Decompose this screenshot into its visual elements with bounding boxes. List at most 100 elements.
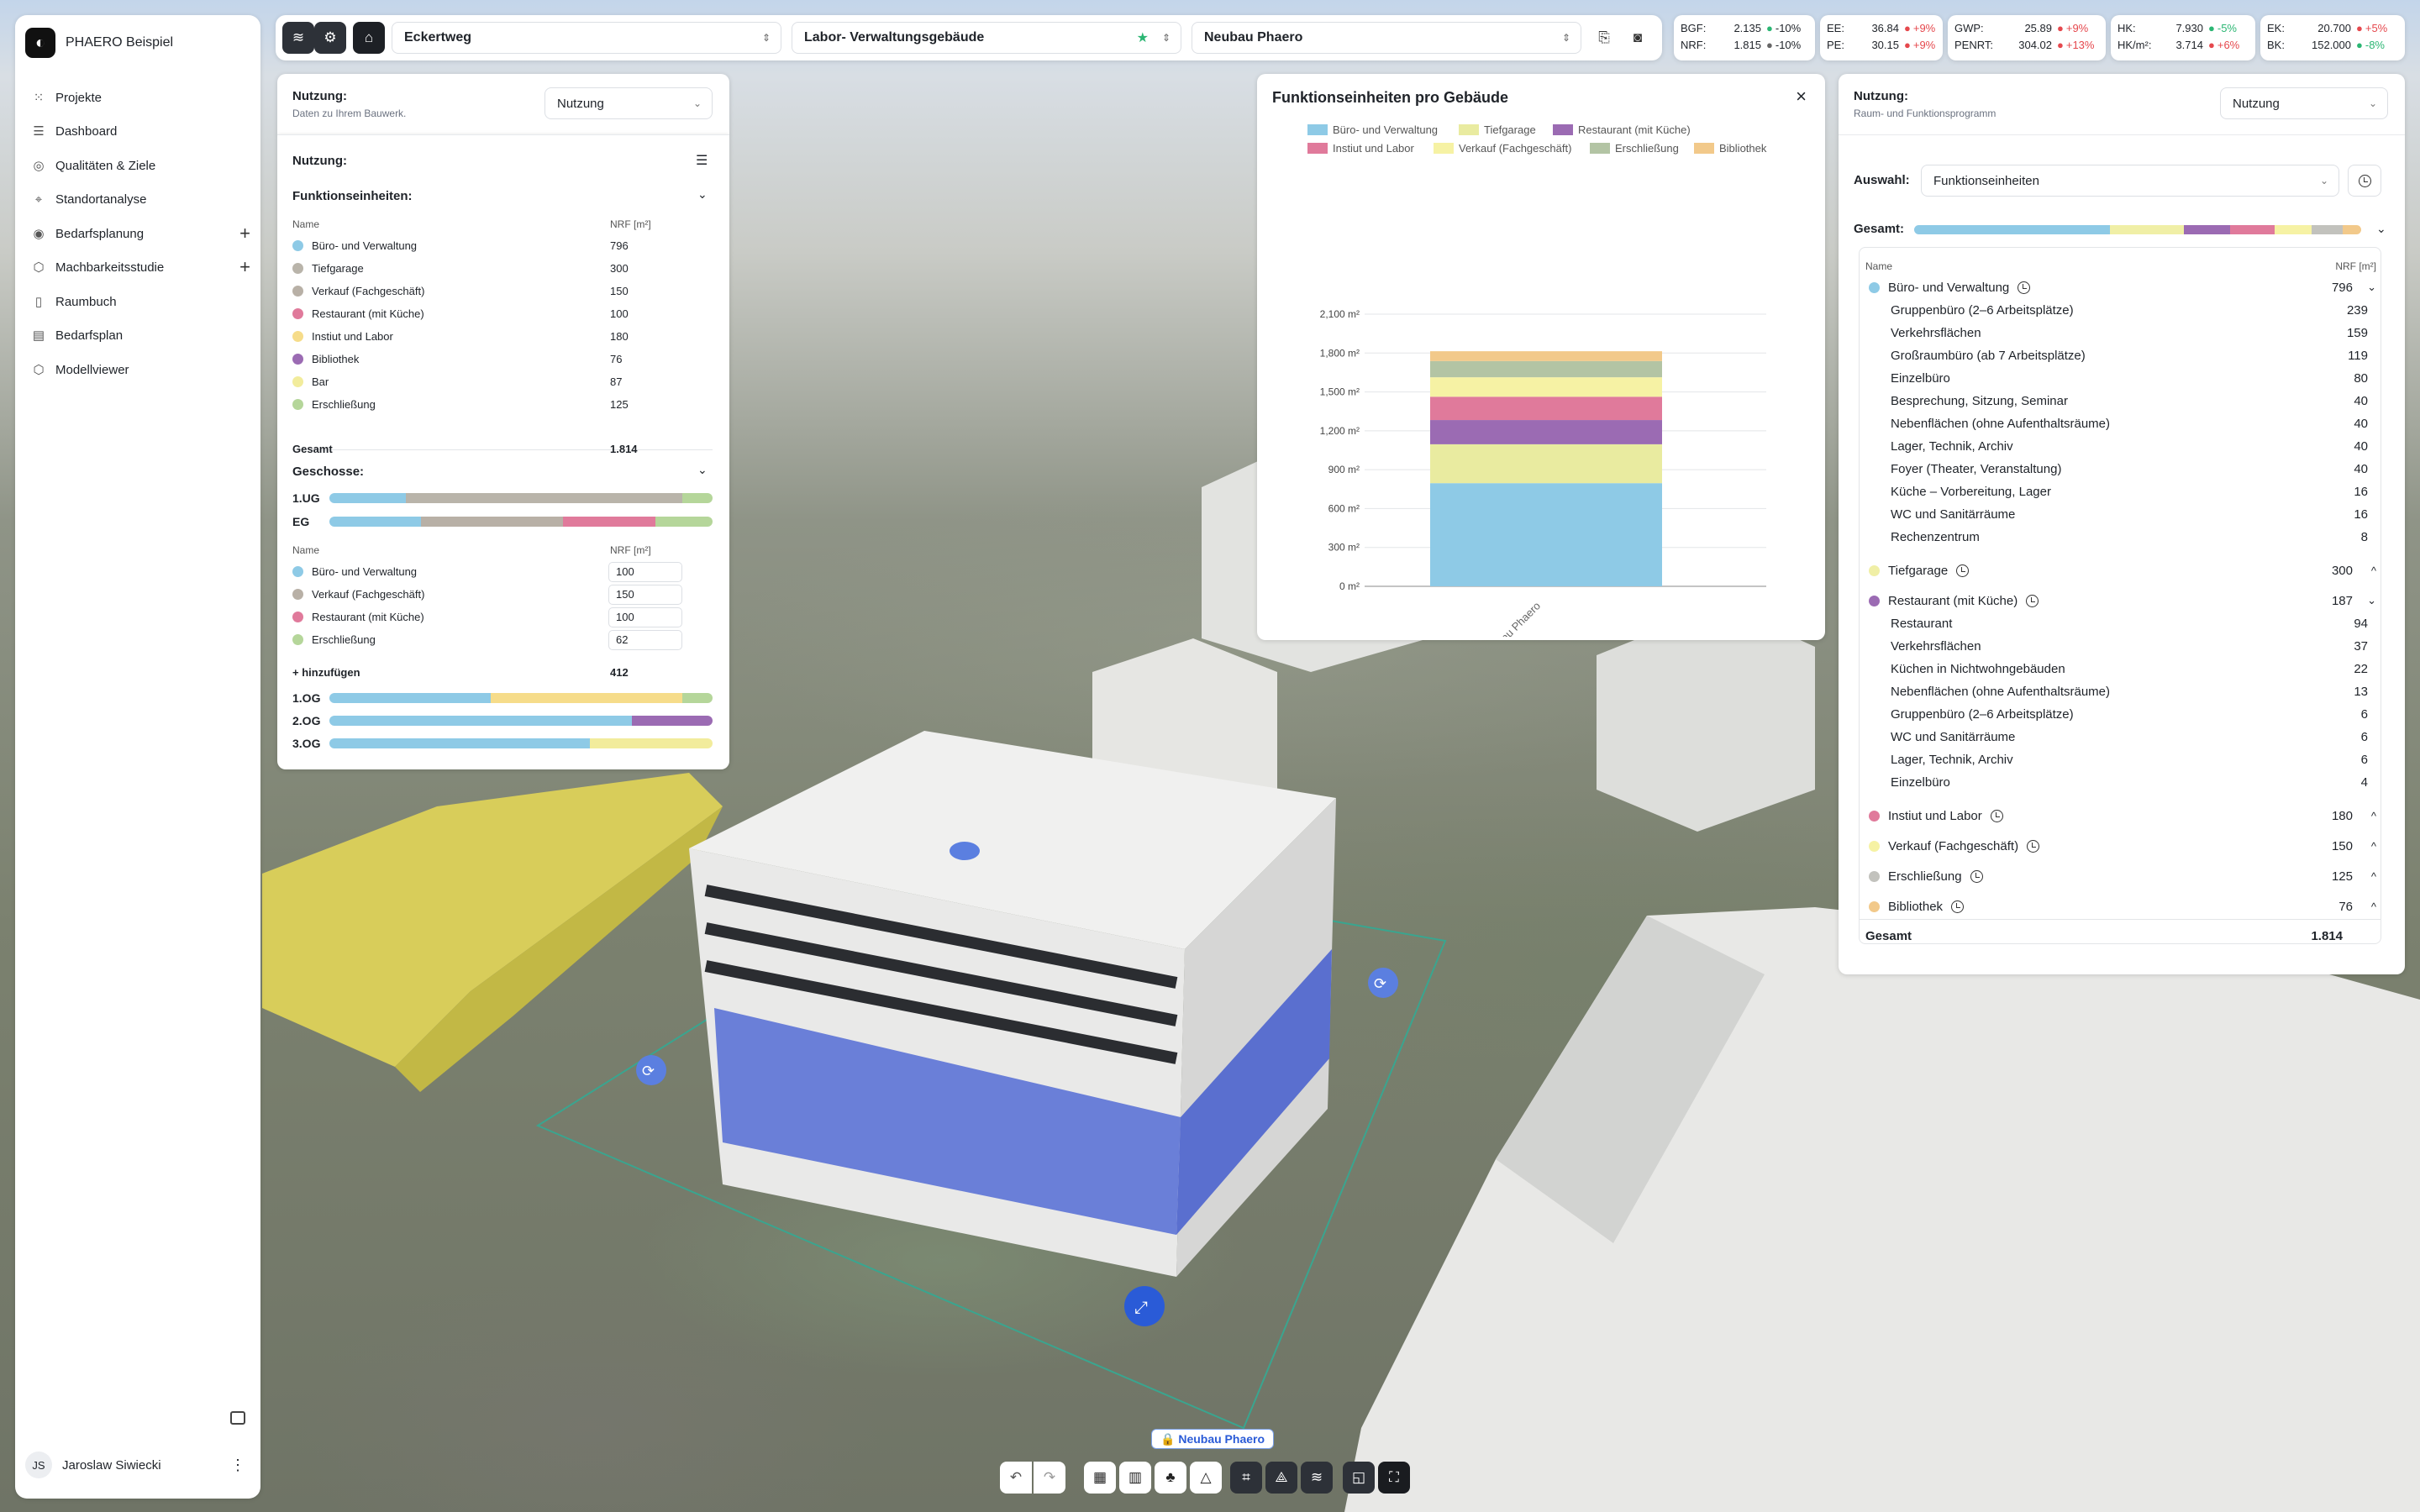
chevron-icon[interactable]: ⌄ bbox=[2367, 281, 2376, 294]
chevron-icon[interactable]: ^ bbox=[2371, 810, 2376, 822]
group-row[interactable]: Erschließung 125 ^ bbox=[1859, 861, 2381, 891]
floor-bar[interactable] bbox=[329, 517, 713, 527]
group-row[interactable]: Tiefgarage 300 ^ bbox=[1859, 555, 2381, 585]
floor-bar[interactable] bbox=[329, 693, 713, 703]
sidebar-item-standortanalyse[interactable]: ⌖ Standortanalyse bbox=[30, 184, 257, 214]
redo-icon[interactable]: ↷ bbox=[1034, 1462, 1065, 1494]
grid-view-icon[interactable]: ▦ bbox=[1084, 1462, 1116, 1494]
sidebar-item-qualitaeten[interactable]: ◎ Qualitäten & Ziele bbox=[30, 150, 257, 181]
fe-row[interactable]: Restaurant (mit Küche) 100 bbox=[292, 302, 713, 325]
move-handle-icon[interactable]: ⤢ bbox=[1124, 1286, 1165, 1326]
chevron-icon[interactable]: ⌄ bbox=[2367, 594, 2376, 607]
floor-bar[interactable] bbox=[329, 716, 713, 726]
legend-label: Erschließung bbox=[1615, 142, 1679, 155]
chevron-icon[interactable]: ^ bbox=[2371, 870, 2376, 883]
add-row[interactable]: + hinzufügen 412 bbox=[292, 661, 713, 684]
building-select[interactable]: Labor- Verwaltungsgebäude ★ ⇕ bbox=[792, 22, 1181, 54]
bar-segment[interactable] bbox=[1430, 483, 1662, 586]
focus-icon[interactable]: ⌗ bbox=[1230, 1462, 1262, 1494]
fe-row[interactable]: Tiefgarage 300 bbox=[292, 257, 713, 280]
pie-chart-icon[interactable] bbox=[1990, 809, 2003, 822]
tree-icon[interactable]: ♣ bbox=[1155, 1462, 1186, 1494]
layers-icon[interactable]: ≋ bbox=[1301, 1462, 1333, 1494]
chevron-icon[interactable]: ^ bbox=[2371, 564, 2376, 577]
group-row[interactable]: Büro- und Verwaltung 796 ⌄ bbox=[1859, 272, 2381, 302]
pie-chart-button[interactable] bbox=[2348, 165, 2381, 197]
sidebar-item-dashboard[interactable]: ☰ Dashboard bbox=[30, 116, 257, 146]
nrf-input[interactable]: 100 bbox=[608, 606, 682, 627]
pie-chart-icon[interactable] bbox=[1956, 564, 1970, 577]
layers-icon[interactable]: ≋ bbox=[282, 22, 314, 54]
user-menu[interactable]: JS Jaroslaw Siwiecki ⋮ bbox=[25, 1446, 252, 1483]
collapse-sidebar-icon[interactable] bbox=[230, 1411, 245, 1425]
bar-segment[interactable] bbox=[1430, 351, 1662, 361]
fe-row[interactable]: Verkauf (Fachgeschäft) 150 bbox=[292, 280, 713, 302]
more-icon[interactable]: ⋮ bbox=[230, 1457, 245, 1474]
sliders-icon[interactable]: ⚙ bbox=[314, 22, 346, 54]
building-view-icon[interactable]: ▥ bbox=[1119, 1462, 1151, 1494]
filter-icon[interactable]: ☰ bbox=[696, 152, 708, 169]
nrf-input[interactable]: 62 bbox=[608, 629, 682, 650]
camera-icon[interactable]: ◙ bbox=[1622, 22, 1654, 54]
svg-text:⤢: ⤢ bbox=[1134, 1297, 1148, 1317]
pie-chart-icon[interactable] bbox=[2026, 594, 2039, 607]
bar-segment[interactable] bbox=[1430, 377, 1662, 397]
group-row[interactable]: Instiut und Labor 180 ^ bbox=[1859, 801, 2381, 831]
floor-bar[interactable] bbox=[329, 493, 713, 503]
bar-segment[interactable] bbox=[1430, 420, 1662, 444]
rotate-handle-icon[interactable]: ⟳ bbox=[636, 1055, 666, 1085]
edit-shape-icon[interactable]: ◱ bbox=[1343, 1462, 1375, 1494]
close-icon[interactable]: × bbox=[1796, 86, 1807, 108]
sidebar-item-projekte[interactable]: ⁙ Projekte bbox=[30, 82, 257, 113]
chevron-down-icon[interactable]: ⌄ bbox=[2376, 222, 2386, 236]
variant-select[interactable]: Neubau Phaero ⇕ bbox=[1192, 22, 1581, 54]
floor-bar[interactable] bbox=[329, 738, 713, 748]
group-row[interactable]: Verkauf (Fachgeschäft) 150 ^ bbox=[1859, 831, 2381, 861]
fe-row[interactable]: Büro- und Verwaltung 796 bbox=[292, 234, 713, 257]
street-select[interactable]: Eckertweg ⇕ bbox=[392, 22, 781, 54]
fe-row[interactable]: Instiut und Labor 180 bbox=[292, 325, 713, 348]
star-icon[interactable]: ★ bbox=[1137, 29, 1149, 46]
sidebar-item-bedarfsplanung[interactable]: ◉ Bedarfsplanung + bbox=[30, 218, 257, 249]
resize-handle-icon[interactable] bbox=[950, 842, 980, 860]
pie-chart-icon[interactable] bbox=[2027, 839, 2040, 853]
sidebar-item-machbarkeitsstudie[interactable]: ⬡ Machbarkeitsstudie + bbox=[30, 252, 257, 282]
chevron-down-icon[interactable]: ⌄ bbox=[697, 463, 708, 477]
fe-row[interactable]: Erschließung 125 bbox=[292, 393, 713, 416]
sidebar-item-bedarfsplan[interactable]: ▤ Bedarfsplan bbox=[30, 320, 257, 350]
add-icon[interactable]: + bbox=[239, 223, 250, 244]
pie-chart-icon[interactable] bbox=[2018, 281, 2031, 294]
terrain-icon[interactable]: △ bbox=[1190, 1462, 1222, 1494]
brand[interactable]: ◐ PHAERO Beispiel bbox=[25, 24, 173, 62]
building-icon[interactable]: ⌂ bbox=[353, 22, 385, 54]
group-row[interactable]: Restaurant (mit Küche) 187 ⌄ bbox=[1859, 585, 2381, 616]
sidebar-item-modellviewer[interactable]: ⬡ Modellviewer bbox=[30, 354, 257, 385]
building-tag[interactable]: 🔒 Neubau Phaero bbox=[1151, 1429, 1275, 1449]
rotate-handle-icon[interactable]: ⟳ bbox=[1368, 968, 1398, 998]
fe-row[interactable]: Bibliothek 76 bbox=[292, 348, 713, 370]
add-button[interactable]: + hinzufügen bbox=[292, 666, 360, 679]
bar-segment[interactable] bbox=[1430, 396, 1662, 421]
book-icon: ▯ bbox=[34, 295, 43, 309]
export-icon[interactable]: ⎘ bbox=[1588, 22, 1620, 54]
add-icon[interactable]: + bbox=[239, 256, 250, 278]
group-row[interactable]: Bibliothek 76 ^ bbox=[1859, 891, 2381, 921]
transform-icon[interactable]: ⛶ bbox=[1378, 1462, 1410, 1494]
nrf-input[interactable]: 100 bbox=[608, 561, 682, 582]
sidebar-item-raumbuch[interactable]: ▯ Raumbuch bbox=[30, 286, 257, 317]
nrf-input[interactable]: 150 bbox=[608, 584, 682, 605]
auswahl-select[interactable]: Funktionseinheiten ⌄ bbox=[1921, 165, 2339, 197]
bar-segment[interactable] bbox=[1430, 444, 1662, 484]
usage-dropdown[interactable]: Nutzung ⌄ bbox=[2220, 87, 2388, 119]
undo-icon[interactable]: ↶ bbox=[1000, 1462, 1032, 1494]
chevron-icon[interactable]: ^ bbox=[2371, 900, 2376, 913]
chevron-down-icon[interactable]: ⌄ bbox=[697, 187, 708, 202]
pie-chart-icon[interactable] bbox=[1951, 900, 1965, 913]
chevron-icon[interactable]: ^ bbox=[2371, 840, 2376, 853]
fe-row[interactable]: Bar 87 bbox=[292, 370, 713, 393]
bar-segment[interactable] bbox=[1430, 360, 1662, 378]
usage-dropdown[interactable]: Nutzung ⌄ bbox=[544, 87, 713, 119]
gesamt-bar[interactable] bbox=[1914, 225, 2361, 234]
measure-icon[interactable]: ⟁ bbox=[1265, 1462, 1297, 1494]
pie-chart-icon[interactable] bbox=[1970, 869, 1983, 883]
